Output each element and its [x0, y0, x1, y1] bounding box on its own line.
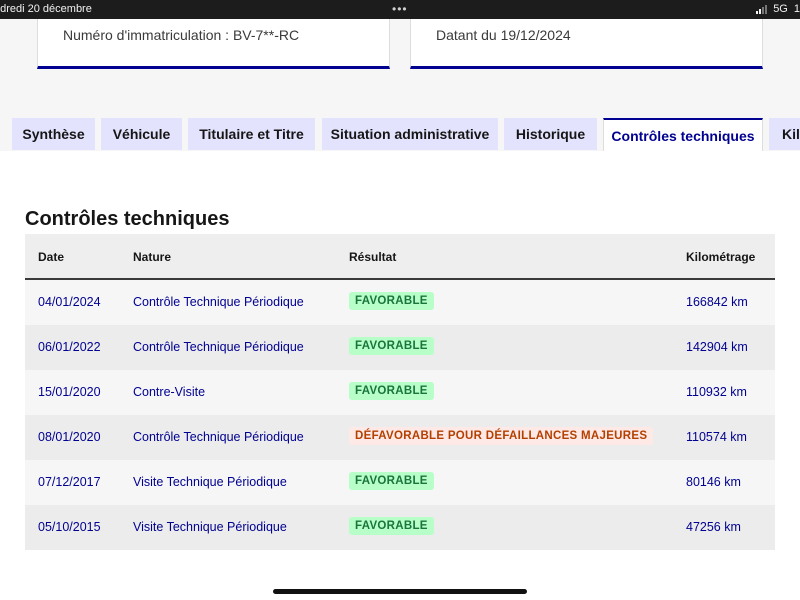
row-result: FAVORABLE	[349, 472, 434, 490]
tab-situation-administrative[interactable]: Situation administrative	[322, 118, 498, 150]
tab-label: Contrôles techniques	[611, 127, 755, 144]
result-badge: FAVORABLE	[349, 382, 434, 400]
tab-label: Titulaire et Titre	[199, 126, 304, 142]
result-badge: FAVORABLE	[349, 472, 434, 490]
registration-number: Numéro d'immatriculation : BV-7**-RC	[63, 27, 300, 43]
header-resultat: Résultat	[349, 250, 397, 264]
tab-historique[interactable]: Historique	[504, 118, 597, 150]
registration-card: Numéro d'immatriculation : BV-7**-RC	[37, 19, 390, 69]
table-row: 08/01/2020 Contrôle Technique Périodique…	[25, 415, 775, 460]
tab-controles-techniques[interactable]: Contrôles techniques	[603, 118, 763, 151]
row-date: 04/01/2024	[38, 295, 101, 309]
row-date: 08/01/2020	[38, 430, 101, 444]
row-result: FAVORABLE	[349, 292, 434, 310]
status-date: ndredi 20 décembre	[0, 3, 92, 15]
home-indicator[interactable]	[273, 589, 527, 594]
tab-titulaire-et-titre[interactable]: Titulaire et Titre	[188, 118, 315, 150]
tab-label: Historique	[515, 126, 586, 142]
table-row: 06/01/2022 Contrôle Technique Périodique…	[25, 325, 775, 370]
multitasking-dots-icon[interactable]: •••	[392, 2, 408, 16]
row-result: FAVORABLE	[349, 382, 434, 400]
page: ndredi 20 décembre ••• 5G 1 Numéro d'imm…	[0, 0, 800, 600]
table-header: Date Nature Résultat Kilométrage	[25, 234, 775, 280]
row-nature: Contre-Visite	[133, 385, 206, 399]
tab-kilometrage[interactable]: Kil	[769, 118, 800, 150]
row-result: FAVORABLE	[349, 337, 434, 355]
header-kilometrage: Kilométrage	[686, 250, 756, 264]
status-right: 5G 1	[756, 3, 800, 15]
tab-label: Synthèse	[22, 126, 85, 142]
row-nature: Contrôle Technique Périodique	[133, 295, 304, 309]
result-badge: FAVORABLE	[349, 517, 434, 535]
tab-vehicule[interactable]: Véhicule	[101, 118, 182, 150]
tab-label: Situation administrative	[330, 126, 490, 142]
row-result: DÉFAVORABLE POUR DÉFAILLANCES MAJEURES	[349, 427, 654, 445]
battery-label: 1	[793, 3, 800, 15]
report-date: Datant du 19/12/2024	[436, 27, 571, 43]
row-km: 47256 km	[686, 520, 741, 534]
tab-label: Kil	[782, 126, 800, 142]
row-nature: Contrôle Technique Périodique	[133, 430, 304, 444]
row-km: 110932 km	[686, 385, 747, 399]
network-label: 5G	[773, 3, 788, 15]
tabs-bar: Synthèse Véhicule Titulaire et Titre Sit…	[0, 118, 800, 151]
row-nature: Visite Technique Périodique	[133, 475, 287, 489]
report-date-card: Datant du 19/12/2024	[410, 19, 763, 69]
row-km: 110574 km	[686, 430, 747, 444]
row-km: 142904 km	[686, 340, 748, 354]
tab-synthese[interactable]: Synthèse	[12, 118, 95, 150]
row-date: 15/01/2020	[38, 385, 101, 399]
status-bar: ndredi 20 décembre ••• 5G 1	[0, 0, 800, 19]
row-date: 05/10/2015	[38, 520, 101, 534]
row-date: 06/01/2022	[38, 340, 101, 354]
row-nature: Contrôle Technique Périodique	[133, 340, 304, 354]
table-row: 15/01/2020 Contre-Visite FAVORABLE 11093…	[25, 370, 775, 415]
result-badge: DÉFAVORABLE POUR DÉFAILLANCES MAJEURES	[349, 427, 654, 445]
signal-icon	[756, 4, 768, 14]
tab-label: Véhicule	[112, 126, 171, 142]
row-result: FAVORABLE	[349, 517, 434, 535]
section-title: Contrôles techniques	[25, 208, 230, 230]
table-row: 05/10/2015 Visite Technique Périodique F…	[25, 505, 775, 550]
result-badge: FAVORABLE	[349, 337, 434, 355]
controls-table: Date Nature Résultat Kilométrage 04/01/2…	[25, 234, 775, 550]
result-badge: FAVORABLE	[349, 292, 434, 310]
header-date: Date	[38, 250, 65, 264]
row-km: 166842 km	[686, 295, 748, 309]
header-nature: Nature	[133, 250, 172, 264]
row-km: 80146 km	[686, 475, 741, 489]
row-nature: Visite Technique Périodique	[133, 520, 287, 534]
table-row: 04/01/2024 Contrôle Technique Périodique…	[25, 280, 775, 325]
table-row: 07/12/2017 Visite Technique Périodique F…	[25, 460, 775, 505]
row-date: 07/12/2017	[38, 475, 101, 489]
